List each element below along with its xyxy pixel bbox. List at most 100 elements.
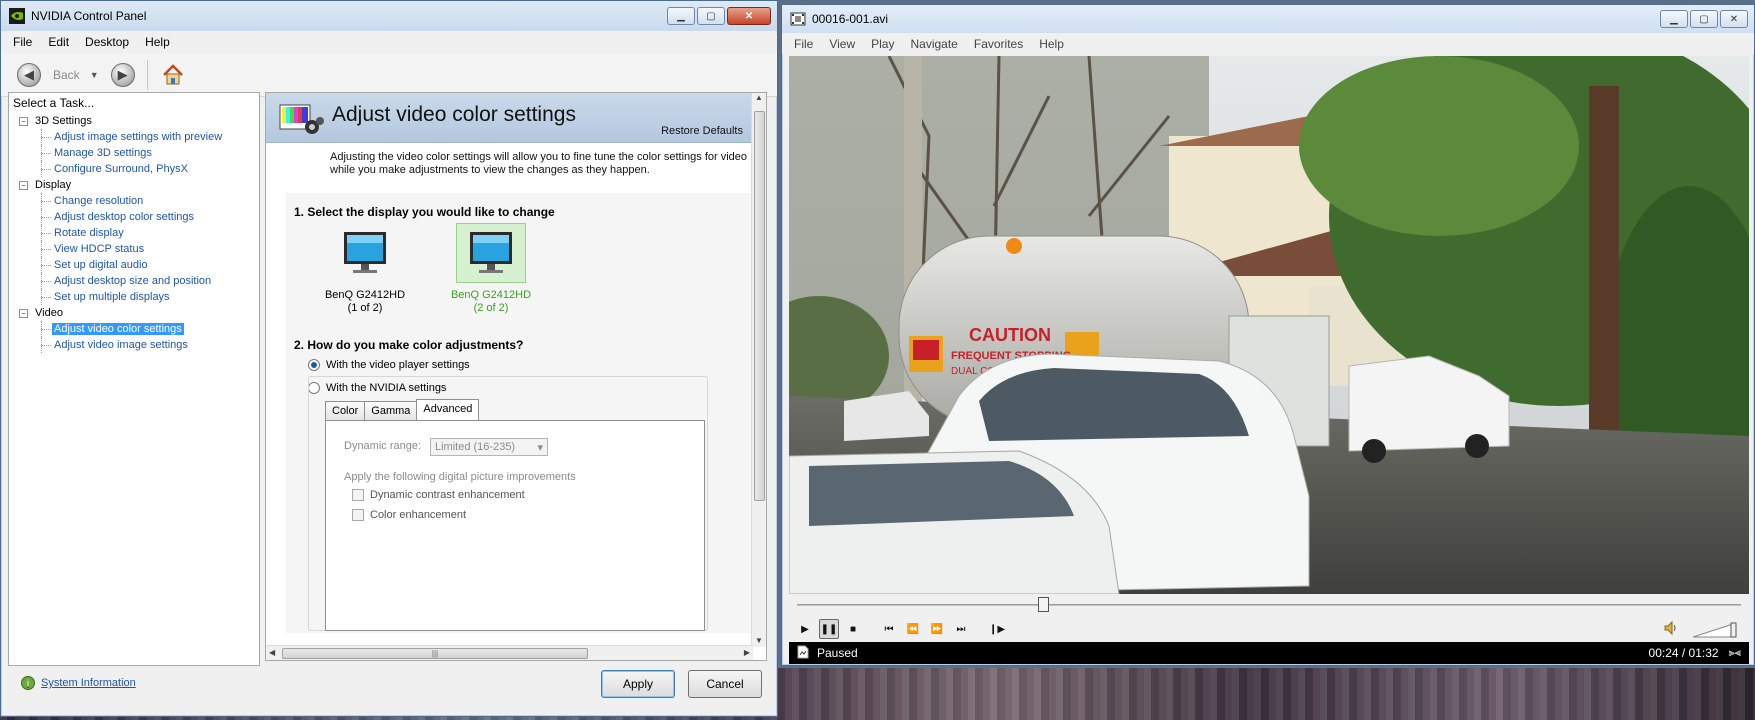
- player-menu-navigate[interactable]: Navigate: [902, 37, 965, 51]
- menu-help[interactable]: Help: [137, 35, 178, 49]
- nvidia-control-panel-window: NVIDIA Control Panel ▁ ▢ ✕ File Edit Des…: [0, 0, 778, 717]
- system-information-link[interactable]: i System Information: [21, 676, 136, 690]
- back-label[interactable]: Back: [53, 68, 80, 82]
- back-button[interactable]: ◀: [17, 62, 41, 87]
- collapse-icon[interactable]: −: [19, 117, 28, 126]
- player-menu-play[interactable]: Play: [863, 37, 902, 51]
- tree-item-adjust-desktop-color[interactable]: Adjust desktop color settings: [9, 209, 259, 225]
- display-2-button[interactable]: [456, 223, 526, 283]
- tab-color[interactable]: Color: [325, 401, 366, 421]
- volume-slider[interactable]: [1693, 622, 1737, 638]
- close-icon: ✕: [744, 10, 754, 22]
- display-1-button[interactable]: [330, 223, 400, 283]
- scroll-up-icon[interactable]: ▲: [752, 93, 766, 102]
- tree-item-manage-3d-settings[interactable]: Manage 3D settings: [9, 145, 259, 161]
- settings-section: 1. Select the display you would like to …: [286, 193, 751, 633]
- vertical-scroll-thumb[interactable]: [754, 111, 765, 501]
- time-display: 00:24 / 01:32: [1648, 646, 1719, 660]
- player-titlebar[interactable]: 00016-001.avi ▁ ▢ ✕: [782, 5, 1754, 33]
- play-icon: ▶: [801, 623, 809, 635]
- player-maximize-button[interactable]: ▢: [1690, 10, 1718, 28]
- checkbox-color-enhancement[interactable]: Color enhancement: [352, 509, 466, 521]
- player-menu-help[interactable]: Help: [1031, 37, 1072, 51]
- next-button[interactable]: ⏭: [951, 619, 971, 639]
- seek-bar[interactable]: [789, 594, 1749, 616]
- player-menu-file[interactable]: File: [786, 37, 821, 51]
- tree-item-view-hdcp[interactable]: View HDCP status: [9, 241, 259, 257]
- close-icon: ✕: [1729, 13, 1739, 25]
- menu-edit[interactable]: Edit: [40, 35, 77, 49]
- maximize-icon: ▢: [706, 10, 716, 22]
- tree-item-configure-surround[interactable]: Configure Surround, PhysX: [9, 161, 259, 177]
- frame-step-button[interactable]: ❙▶: [987, 619, 1007, 639]
- maximize-icon: ▢: [1699, 13, 1709, 25]
- seek-handle[interactable]: [1038, 597, 1050, 612]
- display-1-label: BenQ G2412HD (1 of 2): [324, 289, 406, 314]
- radio-video-player-settings[interactable]: With the video player settings: [308, 359, 470, 371]
- maximize-button[interactable]: ▢: [697, 7, 725, 25]
- checkbox-dynamic-contrast[interactable]: Dynamic contrast enhancement: [352, 489, 525, 501]
- history-dropdown-icon[interactable]: ▼: [90, 70, 99, 80]
- player-menu-bar: File View Play Navigate Favorites Help: [782, 33, 1754, 54]
- tab-advanced[interactable]: Advanced: [416, 399, 480, 422]
- player-minimize-button[interactable]: ▁: [1660, 10, 1688, 28]
- scroll-down-icon[interactable]: ▼: [752, 636, 766, 645]
- tree-item-desktop-size[interactable]: Adjust desktop size and position: [9, 273, 259, 289]
- monitor-icon: [344, 232, 386, 273]
- horizontal-scroll-thumb[interactable]: |||: [282, 648, 588, 659]
- stop-button[interactable]: ■: [843, 619, 863, 639]
- forward-button[interactable]: ▶: [110, 62, 135, 87]
- tree-item-change-resolution[interactable]: Change resolution: [9, 193, 259, 209]
- player-close-button[interactable]: ✕: [1720, 10, 1748, 28]
- playback-controls: ▶ ❚❚ ■ ⏮ ⏪ ⏩ ⏭ ❙▶: [789, 616, 1749, 642]
- content-vertical-scrollbar[interactable]: ▲ ▼: [751, 93, 766, 647]
- player-menu-view[interactable]: View: [821, 37, 863, 51]
- tree-item-adjust-video-color[interactable]: Adjust video color settings: [9, 321, 259, 337]
- pause-button[interactable]: ❚❚: [819, 619, 839, 639]
- restore-defaults-link[interactable]: Restore Defaults: [661, 125, 743, 137]
- tab-gamma[interactable]: Gamma: [364, 401, 418, 421]
- chevron-down-icon: ▾: [537, 441, 543, 454]
- tree-node-display[interactable]: − Display: [9, 177, 259, 193]
- cancel-button[interactable]: Cancel: [688, 670, 762, 698]
- task-pane-title: Select a Task...: [13, 96, 95, 110]
- seek-track[interactable]: [797, 604, 1741, 606]
- video-frame[interactable]: CAUTION FREQUENT STOPPING DUAL CONTROL: [789, 56, 1749, 594]
- tree-item-adjust-video-image[interactable]: Adjust video image settings: [9, 337, 259, 353]
- improvements-label: Apply the following digital picture impr…: [344, 471, 576, 483]
- fast-forward-icon: ⏩: [930, 623, 944, 635]
- toolbar: ◀ Back ▼ ▶: [1, 53, 777, 97]
- dynamic-range-select[interactable]: Limited (16-235) ▾: [430, 438, 548, 456]
- home-icon: [162, 63, 183, 84]
- tree-node-video[interactable]: − Video: [9, 305, 259, 321]
- tree-node-3d-settings[interactable]: −3D Settings: [9, 113, 259, 129]
- collapse-icon[interactable]: −: [19, 181, 28, 190]
- nvidia-info-icon: i: [21, 676, 35, 690]
- video-color-icon: [278, 101, 324, 137]
- speaker-icon[interactable]: [1663, 620, 1679, 639]
- fast-forward-button[interactable]: ⏩: [927, 619, 947, 639]
- tree-item-adjust-image-settings[interactable]: Adjust image settings with preview: [9, 129, 259, 145]
- section-select-display: 1. Select the display you would like to …: [294, 205, 555, 219]
- menu-file[interactable]: File: [5, 35, 40, 49]
- rewind-icon: ⏪: [906, 623, 920, 635]
- nvidia-titlebar[interactable]: NVIDIA Control Panel ▁ ▢ ✕: [1, 1, 777, 31]
- menu-desktop[interactable]: Desktop: [77, 35, 137, 49]
- collapse-icon[interactable]: −: [19, 309, 28, 318]
- player-menu-favorites[interactable]: Favorites: [966, 37, 1031, 51]
- previous-button[interactable]: ⏮: [879, 619, 899, 639]
- scroll-right-icon[interactable]: ▶: [744, 648, 750, 657]
- home-button[interactable]: [160, 62, 186, 88]
- page-description: Adjusting the video color settings will …: [330, 151, 750, 176]
- audio-channel-icon[interactable]: ⫸⫷: [1729, 647, 1741, 660]
- close-button[interactable]: ✕: [727, 7, 771, 25]
- tree-item-digital-audio[interactable]: Set up digital audio: [9, 257, 259, 273]
- scroll-left-icon[interactable]: ◀: [269, 648, 275, 657]
- play-button[interactable]: ▶: [795, 619, 815, 639]
- rewind-button[interactable]: ⏪: [903, 619, 923, 639]
- tree-item-rotate-display[interactable]: Rotate display: [9, 225, 259, 241]
- apply-button[interactable]: Apply: [601, 670, 675, 698]
- minimize-button[interactable]: ▁: [667, 7, 695, 25]
- content-horizontal-scrollbar[interactable]: ◀ ||| ▶: [266, 645, 753, 660]
- tree-item-multiple-displays[interactable]: Set up multiple displays: [9, 289, 259, 305]
